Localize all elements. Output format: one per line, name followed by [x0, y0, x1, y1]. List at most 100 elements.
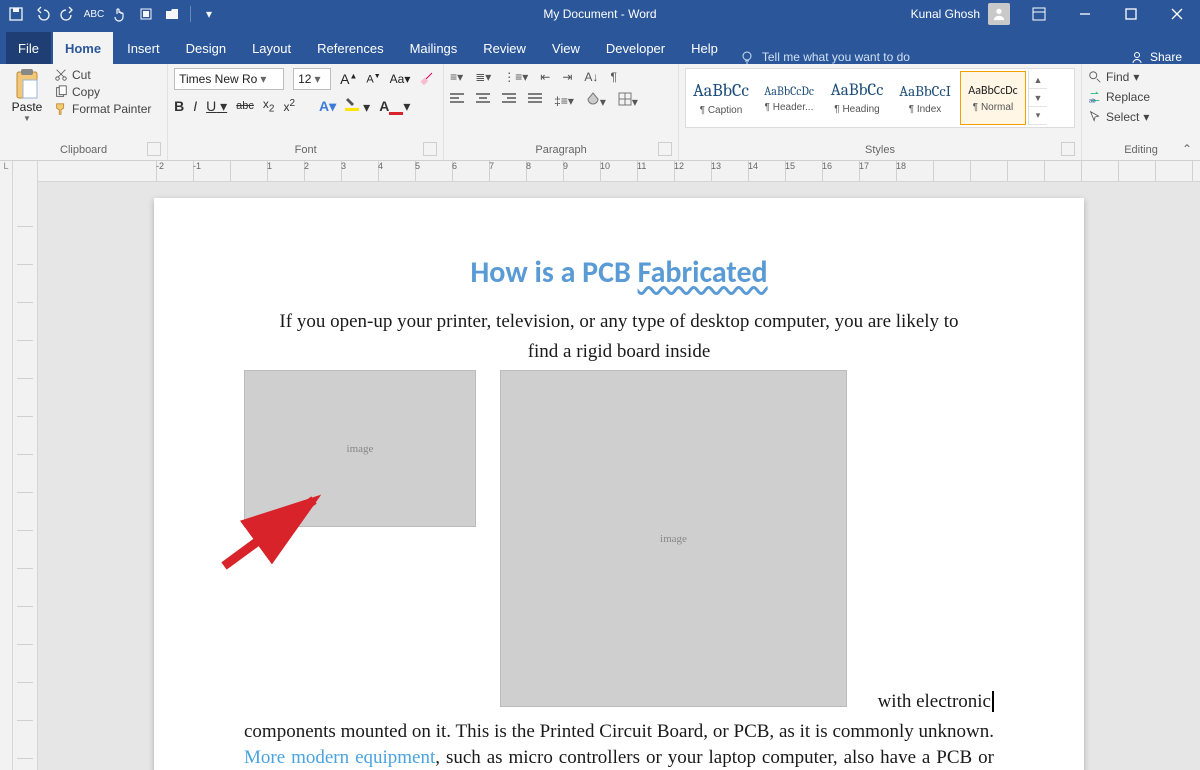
user-name: Kunal Ghosh	[911, 7, 980, 21]
superscript-button[interactable]: x2	[283, 98, 295, 114]
tell-me-search[interactable]: Tell me what you want to do	[732, 50, 918, 64]
spellcheck-icon[interactable]: ABC	[86, 6, 102, 22]
tab-references[interactable]: References	[305, 32, 395, 64]
replace-icon: ab	[1088, 90, 1102, 104]
underline-button[interactable]: U ▾	[206, 98, 227, 115]
style-index[interactable]: AaBbCcI¶ Index	[892, 71, 958, 125]
highlight-icon[interactable]: ▾	[345, 96, 370, 116]
tab-layout[interactable]: Layout	[240, 32, 303, 64]
copy-button[interactable]: Copy	[54, 85, 151, 99]
open-icon[interactable]	[164, 6, 180, 22]
svg-text:ab: ab	[1089, 97, 1096, 104]
show-marks-icon[interactable]: ¶	[610, 70, 616, 84]
subscript-button[interactable]: x2	[263, 97, 275, 114]
replace-button[interactable]: abReplace	[1088, 90, 1194, 104]
collapse-ribbon-icon[interactable]: ⌃	[1182, 142, 1192, 156]
inline-image-1[interactable]: image	[244, 370, 476, 527]
maximize-button[interactable]	[1114, 0, 1148, 28]
find-button[interactable]: Find ▾	[1088, 70, 1194, 84]
touchmode-icon[interactable]	[138, 6, 154, 22]
tab-help[interactable]: Help	[679, 32, 730, 64]
chevron-up-icon[interactable]: ▲	[1029, 71, 1047, 89]
tab-design[interactable]: Design	[174, 32, 238, 64]
dialog-launcher-icon[interactable]	[658, 142, 672, 156]
format-painter-button[interactable]: Format Painter	[54, 102, 151, 116]
font-size-combo[interactable]: 12▾	[293, 68, 331, 90]
vertical-ruler[interactable]	[13, 161, 38, 770]
text-effects-icon[interactable]: A▾	[319, 98, 336, 115]
lightbulb-icon	[740, 50, 754, 64]
document-title: How is a PCB Fabricated	[244, 254, 994, 291]
hyperlink[interactable]: More modern equipment	[244, 747, 435, 768]
hand-icon[interactable]	[112, 6, 128, 22]
tab-home[interactable]: Home	[53, 32, 113, 64]
sort-icon[interactable]: A↓	[584, 70, 598, 84]
font-name-combo[interactable]: Times New Ro▾	[174, 68, 284, 90]
undo-icon[interactable]	[34, 6, 50, 22]
save-icon[interactable]	[8, 6, 24, 22]
group-label: Styles	[865, 144, 895, 156]
align-left-icon[interactable]	[450, 93, 464, 108]
style-normal[interactable]: AaBbCcDc¶ Normal	[960, 71, 1026, 125]
italic-button[interactable]: I	[193, 98, 197, 114]
account-area[interactable]: Kunal Ghosh	[911, 3, 1010, 25]
document-scroll-area[interactable]: How is a PCB Fabricated If you open-up y…	[38, 182, 1200, 770]
font-color-icon[interactable]: A▾	[379, 98, 410, 115]
paste-icon	[13, 68, 41, 100]
increase-indent-icon[interactable]: ⇥	[562, 70, 572, 84]
document-page[interactable]: How is a PCB Fabricated If you open-up y…	[154, 198, 1084, 770]
styles-gallery-scroll[interactable]: ▲▼▾	[1028, 71, 1047, 125]
redo-icon[interactable]	[60, 6, 76, 22]
share-button[interactable]: Share	[1118, 50, 1194, 64]
style-heading[interactable]: AaBbCc¶ Heading	[824, 71, 890, 125]
close-button[interactable]	[1160, 0, 1194, 28]
tab-view[interactable]: View	[540, 32, 592, 64]
strike-button[interactable]: abc	[236, 100, 254, 112]
select-button[interactable]: Select ▾	[1088, 110, 1194, 124]
chevron-down-icon[interactable]: ▼	[1029, 89, 1047, 107]
scissors-icon	[54, 68, 68, 82]
tab-review[interactable]: Review	[471, 32, 538, 64]
change-case-icon[interactable]: Aa▾	[390, 72, 411, 86]
grow-font-icon[interactable]: A▲	[340, 71, 357, 87]
align-center-icon[interactable]	[476, 93, 490, 108]
style-header[interactable]: AaBbCcDc¶ Header...	[756, 71, 822, 125]
paragraph-body: components mounted on it. This is the Pr…	[244, 719, 994, 770]
dialog-launcher-icon[interactable]	[1061, 142, 1075, 156]
minimize-button[interactable]	[1068, 0, 1102, 28]
dialog-launcher-icon[interactable]	[423, 142, 437, 156]
horizontal-ruler[interactable]: -2-1123456789101112131415161718	[38, 161, 1200, 182]
paragraph-2: find a rigid board inside	[244, 339, 994, 365]
style-caption[interactable]: AaBbCc¶ Caption	[688, 71, 754, 125]
decrease-indent-icon[interactable]: ⇤	[540, 70, 550, 84]
bullets-icon[interactable]: ≡▾	[450, 70, 463, 84]
bold-button[interactable]: B	[174, 98, 184, 114]
tab-selector-icon[interactable]: L	[0, 161, 13, 770]
shrink-font-icon[interactable]: A▼	[366, 73, 380, 86]
ribbon-display-icon[interactable]	[1022, 0, 1056, 28]
share-icon	[1130, 50, 1144, 64]
inline-image-2[interactable]: image	[500, 370, 847, 707]
styles-gallery[interactable]: AaBbCc¶ Caption AaBbCcDc¶ Header... AaBb…	[685, 68, 1075, 128]
dialog-launcher-icon[interactable]	[147, 142, 161, 156]
line-spacing-icon[interactable]: ‡≡▾	[554, 94, 574, 108]
numbering-icon[interactable]: ≣▾	[475, 70, 491, 84]
shading-icon[interactable]: ▾	[586, 92, 606, 109]
search-icon	[1088, 70, 1102, 84]
more-icon[interactable]: ▾	[1029, 107, 1047, 125]
multilevel-icon[interactable]: ⋮≡▾	[503, 70, 528, 84]
paste-button[interactable]: Paste ▼	[6, 68, 48, 123]
cut-button[interactable]: Cut	[54, 68, 151, 82]
justify-icon[interactable]	[528, 93, 542, 108]
ribbon-tabs: File Home Insert Design Layout Reference…	[0, 28, 1200, 64]
customize-qat-icon[interactable]: ▾	[201, 6, 217, 22]
tab-file[interactable]: File	[6, 32, 51, 64]
tab-mailings[interactable]: Mailings	[398, 32, 470, 64]
borders-icon[interactable]: ▾	[618, 92, 638, 109]
group-label: Font	[295, 144, 317, 156]
tab-developer[interactable]: Developer	[594, 32, 677, 64]
align-right-icon[interactable]	[502, 93, 516, 108]
clear-format-icon[interactable]	[419, 70, 435, 89]
tab-insert[interactable]: Insert	[115, 32, 172, 64]
group-label: Editing	[1124, 144, 1158, 156]
